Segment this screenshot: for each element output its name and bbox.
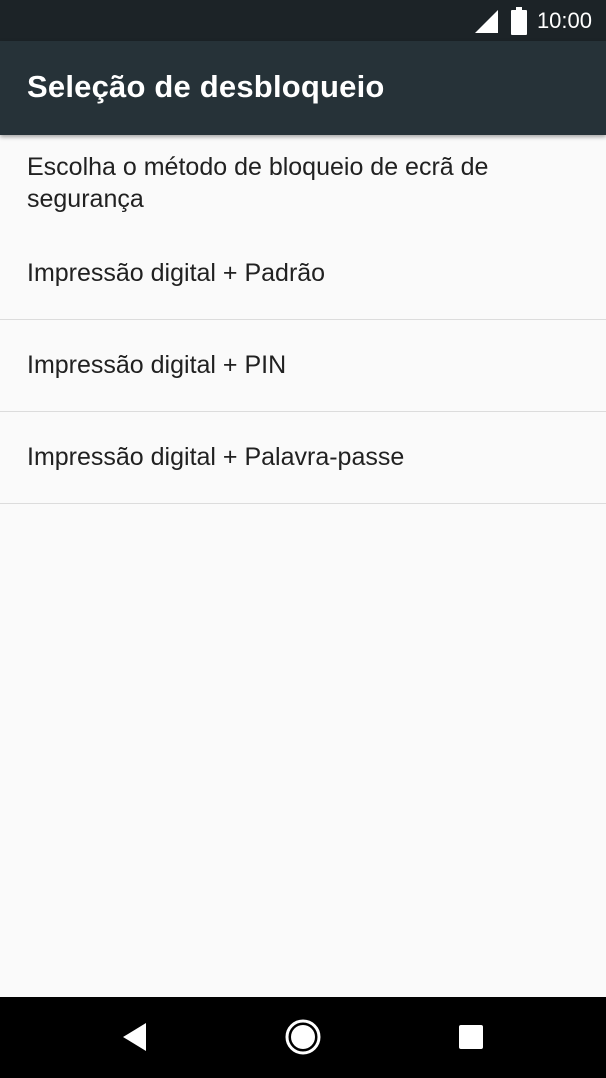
option-label: Impressão digital + Padrão [27,259,326,287]
home-icon[interactable] [283,1017,323,1057]
screen: 10:00 Seleção de desbloqueio Escolha o m… [0,0,606,1078]
battery-icon [510,6,527,35]
status-time: 10:00 [536,7,592,33]
navigation-bar [0,997,606,1078]
status-bar: 10:00 [0,0,606,41]
back-icon[interactable] [115,1017,155,1057]
option-label: Impressão digital + PIN [27,351,287,379]
recents-icon[interactable] [451,1017,491,1057]
option-fingerprint-pin[interactable]: Impressão digital + PIN [0,320,606,412]
cell-signal-icon [473,8,499,34]
option-fingerprint-pattern[interactable]: Impressão digital + Padrão [0,228,606,320]
subheader: Escolha o método de bloqueio de ecrã de … [27,153,489,213]
option-label: Impressão digital + Palavra-passe [27,443,405,471]
page-title: Seleção de desbloqueio [27,69,385,104]
app-bar: Seleção de desbloqueio [0,41,606,135]
status-icons: 10:00 [473,0,592,41]
content: Escolha o método de bloqueio de ecrã de … [0,135,606,504]
option-fingerprint-password[interactable]: Impressão digital + Palavra-passe [0,412,606,504]
